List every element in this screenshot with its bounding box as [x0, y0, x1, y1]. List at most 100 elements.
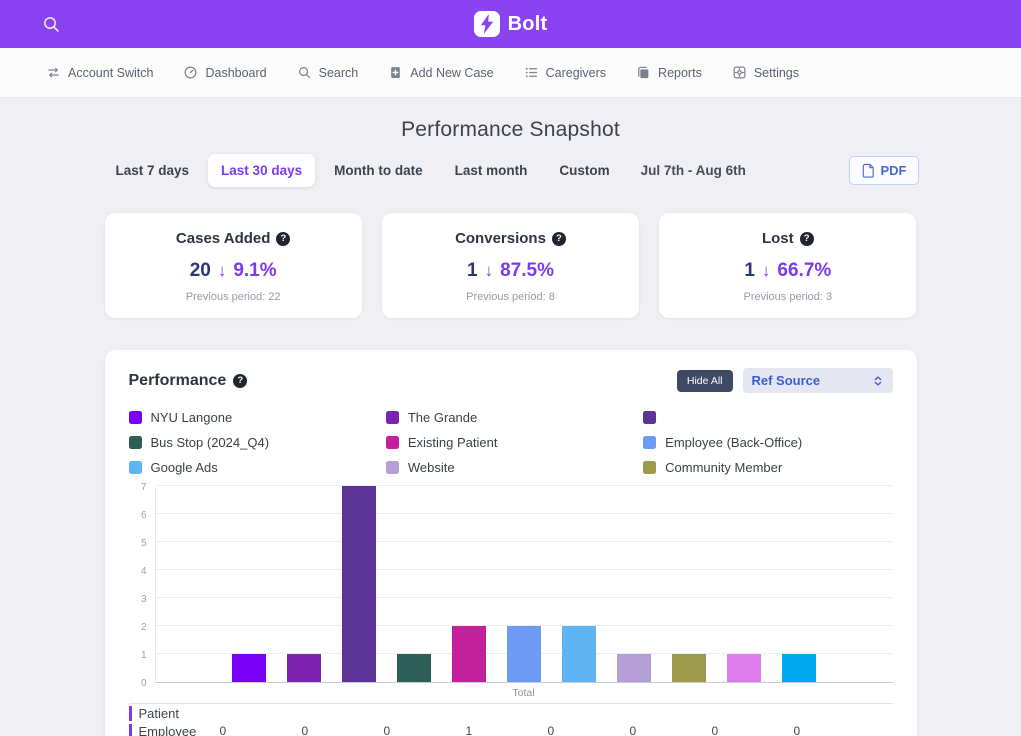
legend-item-nyu-langone[interactable]: NYU Langone — [129, 409, 378, 425]
page-content: Performance Snapshot Last 7 daysLast 30 … — [0, 118, 1021, 736]
legend-swatch — [386, 436, 399, 449]
chart-legend: NYU Langone The Grande Bus Stop (2024_Q4… — [129, 409, 893, 475]
y-tick-label: 0 — [141, 678, 147, 689]
stat-previous-period: Previous period: 3 — [675, 291, 900, 303]
down-arrow-icon: ↓ — [762, 261, 771, 281]
chart-bars — [156, 487, 893, 682]
legend-label: Employee (Back-Office) — [665, 435, 802, 450]
pdf-label: PDF — [881, 163, 907, 178]
stat-title: Cases Added — [176, 230, 270, 247]
stat-title: Conversions — [455, 230, 546, 247]
legend-item-website[interactable]: Website — [386, 459, 635, 475]
tab-custom[interactable]: Custom — [546, 154, 622, 187]
bar-the-grande — [287, 654, 321, 682]
table-cell: 0 — [215, 724, 297, 736]
stat-previous-period: Previous period: 22 — [121, 291, 346, 303]
table-row-patient: Patient — [129, 704, 893, 722]
table-row-label: Patient — [129, 706, 215, 721]
y-tick-label: 7 — [141, 482, 147, 493]
period-tabs: Last 7 daysLast 30 daysMonth to dateLast… — [103, 154, 919, 187]
legend-item-employee-back-office[interactable]: Employee (Back-Office) — [643, 434, 892, 450]
legend-swatch — [386, 461, 399, 474]
bar-website — [617, 654, 651, 682]
tab-last-month[interactable]: Last month — [442, 154, 541, 187]
bar-nyu-langone — [232, 654, 266, 682]
nav-item-caregivers[interactable]: Caregivers — [524, 65, 606, 80]
performance-card: Performance ? Hide All Ref Source NYU La… — [105, 350, 917, 736]
add-new-case-icon — [388, 65, 403, 80]
x-axis-label: Total — [155, 687, 893, 699]
bar-series-2 — [342, 486, 376, 682]
ref-source-select[interactable]: Ref Source — [743, 368, 893, 393]
nav-item-settings[interactable]: Settings — [732, 65, 799, 80]
legend-label: Community Member — [665, 460, 782, 475]
account-switch-icon — [46, 65, 61, 80]
legend-item-google-ads[interactable]: Google Ads — [129, 459, 378, 475]
down-arrow-icon: ↓ — [485, 261, 494, 281]
legend-label: NYU Langone — [151, 410, 233, 425]
bar-employee-back-office — [507, 626, 541, 682]
y-tick-label: 6 — [141, 510, 147, 521]
legend-label: The Grande — [408, 410, 477, 425]
nav-item-reports[interactable]: Reports — [636, 65, 702, 80]
stat-value: 1 — [467, 260, 478, 282]
legend-item-the-grande[interactable]: The Grande — [386, 409, 635, 425]
stats-row: Cases Added ? 20 ↓ 9.1% Previous period:… — [105, 213, 917, 318]
stat-card-lost: Lost ? 1 ↓ 66.7% Previous period: 3 — [659, 213, 916, 318]
period-tabs-list: Last 7 daysLast 30 daysMonth to dateLast… — [103, 154, 623, 187]
gridline — [156, 485, 893, 486]
legend-item-existing-patient[interactable]: Existing Patient — [386, 434, 635, 450]
caregivers-icon — [524, 65, 539, 80]
header-search-button[interactable] — [42, 15, 60, 33]
table-cell: 0 — [379, 724, 461, 736]
bolt-logo-icon — [474, 11, 500, 37]
bar-series-9 — [727, 654, 761, 682]
table-cell: 0 — [707, 724, 789, 736]
ref-source-value: Ref Source — [752, 373, 821, 388]
date-range-label: Jul 7th - Aug 6th — [641, 163, 746, 178]
bar-google-ads — [562, 626, 596, 682]
legend-label: Existing Patient — [408, 435, 498, 450]
chart-plot — [155, 487, 893, 683]
bar-community-member — [672, 654, 706, 682]
help-icon[interactable]: ? — [800, 232, 814, 246]
hide-all-button[interactable]: Hide All — [677, 370, 733, 392]
stat-change-percent: 87.5% — [500, 260, 554, 282]
legend-item-unlabeled[interactable] — [643, 409, 892, 425]
legend-swatch — [129, 461, 142, 474]
pdf-file-icon — [861, 163, 875, 178]
y-tick-label: 4 — [141, 566, 147, 577]
bar-bus-stop-2024-q4 — [397, 654, 431, 682]
y-tick-label: 3 — [141, 594, 147, 605]
tab-last-7-days[interactable]: Last 7 days — [103, 154, 203, 187]
help-icon[interactable]: ? — [233, 374, 247, 388]
performance-chart: 01234567 — [129, 487, 893, 683]
tab-last-30-days[interactable]: Last 30 days — [208, 154, 315, 187]
help-icon[interactable]: ? — [276, 232, 290, 246]
legend-label: Bus Stop (2024_Q4) — [151, 435, 270, 450]
stat-card-cases-added: Cases Added ? 20 ↓ 9.1% Previous period:… — [105, 213, 362, 318]
reports-icon — [636, 65, 651, 80]
nav-item-search[interactable]: Search — [297, 65, 359, 80]
stat-change-percent: 9.1% — [233, 260, 276, 282]
legend-swatch — [643, 436, 656, 449]
pdf-export-button[interactable]: PDF — [849, 156, 919, 185]
breakdown-table: Patient Employee 00010000 — [129, 703, 893, 736]
table-cell: 0 — [543, 724, 625, 736]
nav-item-account-switch[interactable]: Account Switch — [46, 65, 153, 80]
settings-icon — [732, 65, 747, 80]
help-icon[interactable]: ? — [552, 232, 566, 246]
stat-change-percent: 66.7% — [777, 260, 831, 282]
stat-value: 1 — [744, 260, 755, 282]
nav-item-add-new-case[interactable]: Add New Case — [388, 65, 493, 80]
table-row-label: Employee — [129, 724, 215, 736]
tab-month-to-date[interactable]: Month to date — [321, 154, 435, 187]
y-tick-label: 2 — [141, 622, 147, 633]
chart-y-axis: 01234567 — [129, 487, 155, 683]
legend-item-community-member[interactable]: Community Member — [643, 459, 892, 475]
legend-item-bus-stop-2024-q4[interactable]: Bus Stop (2024_Q4) — [129, 434, 378, 450]
select-arrows-icon — [872, 375, 884, 387]
nav-item-dashboard[interactable]: Dashboard — [183, 65, 266, 80]
brand-name: Bolt — [508, 13, 548, 36]
search-icon — [297, 65, 312, 80]
